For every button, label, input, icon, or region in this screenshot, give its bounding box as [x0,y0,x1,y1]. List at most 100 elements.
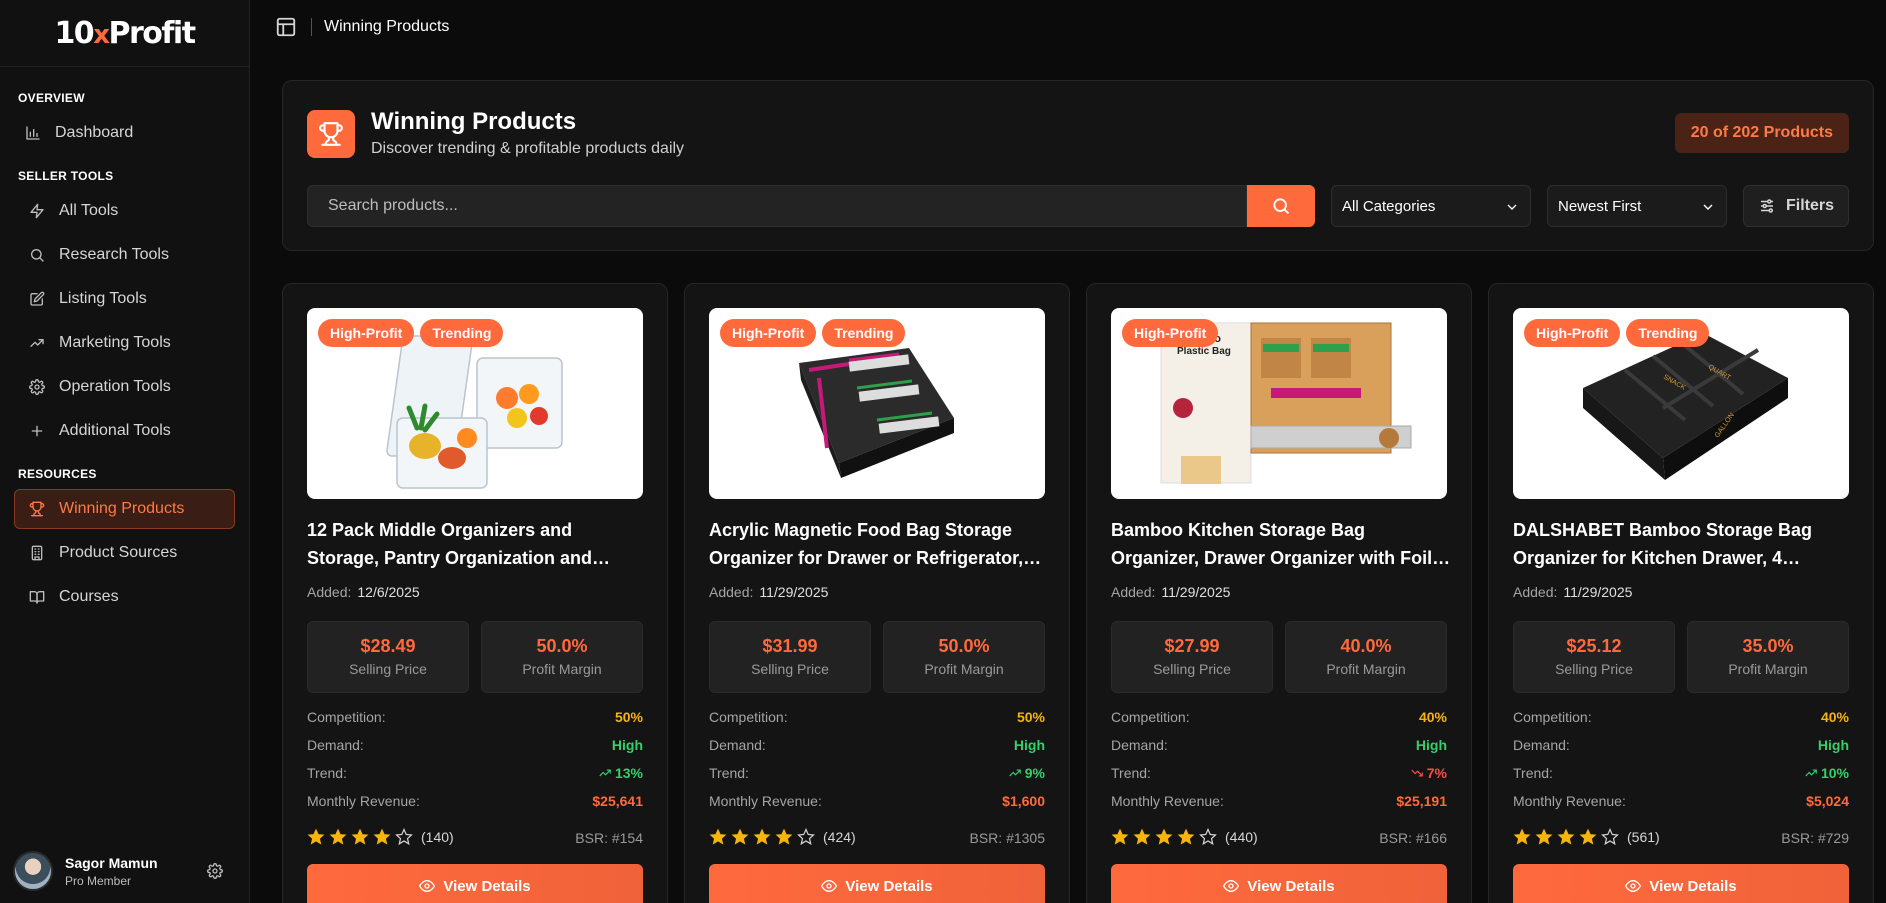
sidebar-item-research-tools[interactable]: Research Tools [14,235,235,275]
sidebar-item-all-tools[interactable]: All Tools [14,191,235,231]
star-rating: (140) [307,828,454,846]
badge-trending: Trending [1626,319,1710,347]
eye-icon [419,879,436,893]
selling-price-stat: $25.12 Selling Price [1513,621,1675,693]
selling-price-value: $31.99 [762,636,818,656]
sidebar-item-listing-tools[interactable]: Listing Tools [14,279,235,319]
revenue-label: Monthly Revenue: [1111,793,1224,809]
competition-row: Competition: 50% [709,709,1045,725]
trophy-icon [29,501,45,517]
badge-high-profit: High-Profit [720,319,817,347]
product-card: SNACK QUART GALLON High-Profit Trending … [1488,283,1874,903]
added-date: Added: 11/29/2025 [1111,584,1230,600]
sidebar-item-label: Research Tools [59,246,169,263]
section-title-resources: RESOURCES [18,467,97,481]
demand-row: Demand: High [709,737,1045,753]
sidebar-item-additional-tools[interactable]: Additional Tools [14,411,235,451]
trend-value: 13% [598,765,643,781]
selling-price-label: Selling Price [1555,661,1633,677]
demand-label: Demand: [307,737,364,753]
view-details-label: View Details [1247,877,1335,895]
sidebar-item-winning-products[interactable]: Winning Products [14,489,235,529]
trend-label: Trend: [1111,765,1151,781]
user-profile[interactable]: Sagor Mamun Pro Member [13,849,237,893]
category-select[interactable]: All Categories [1331,185,1531,227]
settings-gear-icon[interactable] [207,863,223,879]
demand-row: Demand: High [1513,737,1849,753]
sidebar-item-operation-tools[interactable]: Operation Tools [14,367,235,407]
profit-margin-value: 40.0% [1340,636,1392,656]
logo[interactable]: 10xProfit [0,0,249,67]
sidebar-item-courses[interactable]: Courses [14,577,235,617]
star-filled-icon [753,828,771,845]
product-image[interactable]: Bamboo Plastic Bag High-Profit [1111,308,1447,499]
selling-price-stat: $31.99 Selling Price [709,621,871,693]
star-rating: (561) [1513,828,1660,846]
filters-label: Filters [1785,197,1834,214]
star-filled-icon [1557,828,1575,845]
chevron-down-icon [1703,204,1713,210]
trend-percent: 10% [1820,765,1849,781]
product-image[interactable]: High-Profit Trending [307,308,643,499]
profit-margin-value: 35.0% [1742,636,1794,656]
book-icon [29,591,45,604]
view-details-button[interactable]: View Details [1513,864,1849,903]
demand-label: Demand: [1513,737,1570,753]
selling-price-label: Selling Price [1153,661,1231,677]
product-card: Bamboo Plastic Bag High-Profit Bamboo Ki… [1086,283,1472,903]
badge-group: High-Profit Trending [1524,319,1710,347]
chevron-down-icon [1507,204,1517,210]
view-details-button[interactable]: View Details [709,864,1045,903]
filters-button[interactable]: Filters [1743,185,1849,227]
product-title[interactable]: Acrylic Magnetic Food Bag Storage Organi… [709,516,1049,572]
search-icon [31,249,44,262]
view-details-button[interactable]: View Details [307,864,643,903]
product-image[interactable]: High-Profit Trending [709,308,1045,499]
view-details-label: View Details [443,877,531,895]
sort-select[interactable]: Newest First [1547,185,1727,227]
sidebar-item-product-sources[interactable]: Product Sources [14,533,235,573]
selling-price-label: Selling Price [751,661,829,677]
edit-icon [30,291,45,306]
demand-value: High [1415,737,1447,753]
added-value: 11/29/2025 [1161,584,1231,600]
competition-row: Competition: 50% [307,709,643,725]
revenue-label: Monthly Revenue: [307,793,420,809]
sort-select-value: Newest First [1558,197,1642,215]
topbar: Winning Products [250,0,1886,54]
star-filled-icon [351,828,369,845]
product-image[interactable]: SNACK QUART GALLON High-Profit Trending [1513,308,1849,499]
sidebar-nav: OVERVIEW Dashboard SELLER TOOLS All Tool… [0,67,249,617]
search-input[interactable] [307,185,1247,227]
demand-row: Demand: High [307,737,643,753]
product-title[interactable]: Bamboo Kitchen Storage Bag Organizer, Dr… [1111,516,1451,572]
sidebar-toggle-icon[interactable] [275,16,297,38]
product-title[interactable]: 12 Pack Middle Organizers and Storage, P… [307,516,647,572]
added-label: Added: [709,584,754,600]
trending-up-icon [1009,769,1021,777]
search-icon [1273,198,1290,215]
star-filled-icon [1579,828,1597,845]
trend-percent: 13% [614,765,643,781]
competition-value: 40% [1418,709,1447,725]
added-label: Added: [1111,584,1156,600]
profit-margin-value: 50.0% [536,636,588,656]
trend-value: 7% [1410,765,1447,781]
sidebar-item-label: Listing Tools [59,290,147,307]
sidebar-item-label: Marketing Tools [59,334,171,351]
trend-row: Trend: 10% [1513,765,1849,781]
search-button[interactable] [1247,185,1315,227]
product-card: High-Profit Trending 12 Pack Middle Orga… [282,283,668,903]
view-details-button[interactable]: View Details [1111,864,1447,903]
eye-icon [1625,879,1642,893]
category-select-value: All Categories [1342,197,1436,215]
sidebar-item-marketing-tools[interactable]: Marketing Tools [14,323,235,363]
eye-icon [1223,879,1240,893]
profit-margin-label: Profit Margin [1728,661,1808,677]
revenue-value: $5,024 [1806,793,1849,809]
profit-margin-value: 50.0% [938,636,990,656]
selling-price-value: $27.99 [1164,636,1220,656]
sidebar-item-dashboard[interactable]: Dashboard [14,113,235,153]
product-title[interactable]: DALSHABET Bamboo Storage Bag Organizer f… [1513,516,1853,572]
sidebar-item-label: Dashboard [55,124,134,141]
